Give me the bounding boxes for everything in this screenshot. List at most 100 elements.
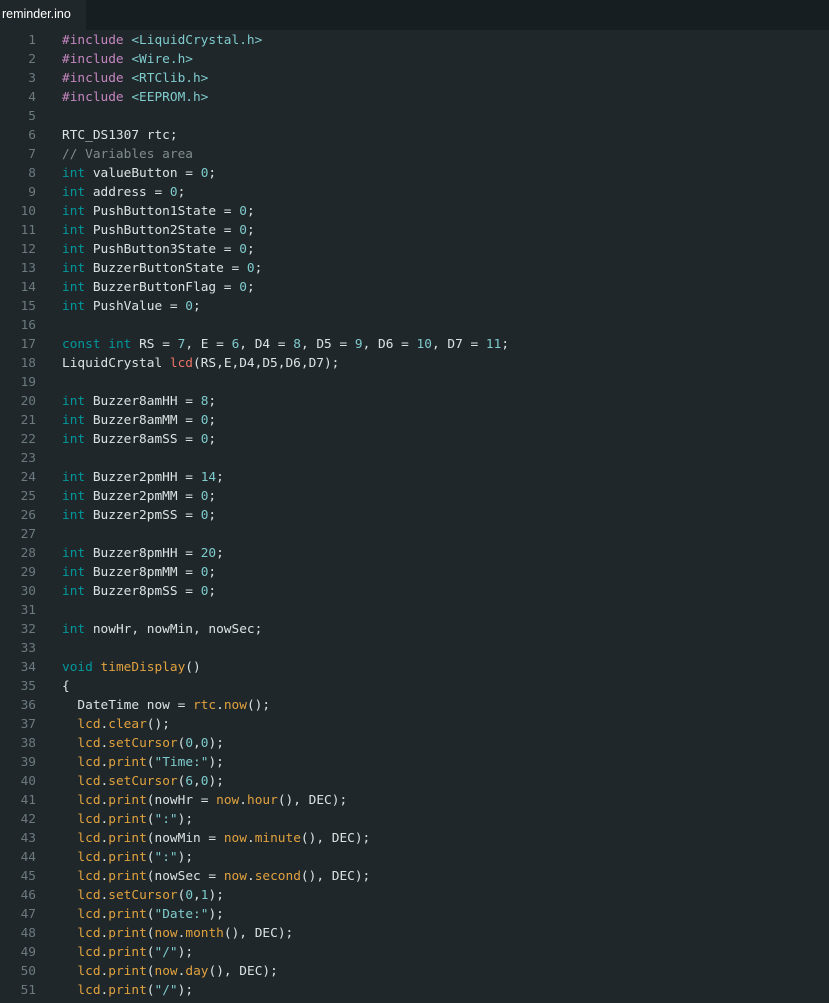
code-line[interactable]: 39 lcd.print("Time:"); xyxy=(0,753,829,772)
code-text: int PushButton1State = 0; xyxy=(62,202,255,221)
code-token: now xyxy=(223,698,247,713)
code-token: BuzzerButtonState = xyxy=(85,261,247,276)
line-number: 16 xyxy=(20,318,36,333)
code-token: 20 xyxy=(200,546,217,561)
code-token: ; xyxy=(177,185,186,200)
code-line[interactable]: 33 xyxy=(0,639,829,658)
code-line[interactable]: 10 int PushButton1State = 0; xyxy=(0,202,829,221)
code-line[interactable]: 42 lcd.print(":"); xyxy=(0,810,829,829)
code-token: Buzzer8pmHH = xyxy=(85,546,201,561)
code-line[interactable]: 15 int PushValue = 0; xyxy=(0,297,829,316)
code-token: (), DEC); xyxy=(300,869,371,884)
code-line[interactable]: 17 const int RS = 7, E = 6, D4 = 8, D5 = … xyxy=(0,335,829,354)
code-line[interactable]: 18 LiquidCrystal lcd(RS,E,D4,D5,D6,D7); xyxy=(0,354,829,373)
code-line[interactable]: 4 #include <EEPROM.h> xyxy=(0,88,829,107)
code-line[interactable]: 44 lcd.print(":"); xyxy=(0,848,829,867)
code-line[interactable]: 51 lcd.print("/"); xyxy=(0,981,829,1000)
code-line[interactable]: 48 lcd.print(now.month(), DEC); xyxy=(0,924,829,943)
line-number: 34 xyxy=(20,660,36,675)
code-line[interactable]: 47 lcd.print("Date:"); xyxy=(0,905,829,924)
code-line[interactable]: 9 int address = 0; xyxy=(0,183,829,202)
code-line[interactable]: 31 xyxy=(0,601,829,620)
code-line[interactable]: 30 int Buzzer8pmSS = 0; xyxy=(0,582,829,601)
code-token: , E = xyxy=(185,337,232,352)
code-token: ; xyxy=(246,223,255,238)
code-line[interactable]: 11 int PushButton2State = 0; xyxy=(0,221,829,240)
code-token: hour xyxy=(246,793,278,808)
code-line[interactable]: 28 int Buzzer8pmHH = 20; xyxy=(0,544,829,563)
code-token: ); xyxy=(177,812,194,827)
line-number: 8 xyxy=(28,166,36,181)
code-line[interactable]: 40 lcd.setCursor(6,0); xyxy=(0,772,829,791)
code-line[interactable]: 13 int BuzzerButtonState = 0; xyxy=(0,259,829,278)
tab-reminder-ino[interactable]: reminder.ino xyxy=(0,0,86,30)
code-token: 9 xyxy=(354,337,363,352)
code-line[interactable]: 16 xyxy=(0,316,829,335)
code-line[interactable]: 12 int PushButton3State = 0; xyxy=(0,240,829,259)
code-line[interactable]: 32 int nowHr, nowMin, nowSec; xyxy=(0,620,829,639)
code-line[interactable]: 35 { xyxy=(0,677,829,696)
code-token: ); xyxy=(177,945,194,960)
code-line[interactable]: 1 #include <LiquidCrystal.h> xyxy=(0,31,829,50)
code-line[interactable]: 25 int Buzzer2pmMM = 0; xyxy=(0,487,829,506)
line-number: 28 xyxy=(20,546,36,561)
code-line[interactable]: 27 xyxy=(0,525,829,544)
code-token: lcd xyxy=(77,755,101,770)
line-number: 17 xyxy=(20,337,36,352)
code-token: PushButton3State = xyxy=(85,242,240,257)
line-number: 39 xyxy=(20,755,36,770)
code-token: 0 xyxy=(185,888,194,903)
code-token: Buzzer2pmSS = xyxy=(85,508,201,523)
code-text: lcd.print("/"); xyxy=(62,943,193,962)
code-line[interactable]: 38 lcd.setCursor(0,0); xyxy=(0,734,829,753)
code-token: void xyxy=(62,660,93,675)
code-line[interactable]: 36 DateTime now = rtc.now(); xyxy=(0,696,829,715)
code-token: (), DEC); xyxy=(277,793,348,808)
code-token: 11 xyxy=(485,337,502,352)
code-editor[interactable]: 1 #include <LiquidCrystal.h> 2 #include <Wi… xyxy=(0,30,829,1003)
code-line[interactable]: 6 RTC_DS1307 rtc; xyxy=(0,126,829,145)
line-number: 32 xyxy=(20,622,36,637)
code-token: , D6 = xyxy=(362,337,417,352)
code-line[interactable]: 22 int Buzzer8amSS = 0; xyxy=(0,430,829,449)
code-line[interactable]: 26 int Buzzer2pmSS = 0; xyxy=(0,506,829,525)
code-line[interactable]: 37 lcd.clear(); xyxy=(0,715,829,734)
code-token: int xyxy=(62,565,86,580)
code-token: int xyxy=(62,299,86,314)
code-line[interactable]: 29 int Buzzer8pmMM = 0; xyxy=(0,563,829,582)
code-token: now xyxy=(216,793,240,808)
code-line[interactable]: 45 lcd.print(nowSec = now.second(), DEC)… xyxy=(0,867,829,886)
code-token: ( xyxy=(146,983,155,998)
code-text: lcd.setCursor(0,0); xyxy=(62,734,223,753)
code-token: <Wire.h> xyxy=(131,52,193,67)
code-line[interactable]: 7 // Variables area xyxy=(0,145,829,164)
code-line[interactable]: 21 int Buzzer8amMM = 0; xyxy=(0,411,829,430)
code-line[interactable]: 8 int valueButton = 0; xyxy=(0,164,829,183)
code-text: int PushValue = 0; xyxy=(62,297,201,316)
code-line[interactable]: 14 int BuzzerButtonFlag = 0; xyxy=(0,278,829,297)
code-token: int xyxy=(62,432,86,447)
code-line[interactable]: 50 lcd.print(now.day(), DEC); xyxy=(0,962,829,981)
code-line[interactable]: 3 #include <RTClib.h> xyxy=(0,69,829,88)
code-token: int xyxy=(62,413,86,428)
code-line[interactable]: 5 xyxy=(0,107,829,126)
code-token: ( xyxy=(146,945,155,960)
code-token: . xyxy=(239,793,247,808)
code-line[interactable]: 49 lcd.print("/"); xyxy=(0,943,829,962)
code-token: int xyxy=(62,394,86,409)
code-token: day xyxy=(185,964,209,979)
code-line[interactable]: 46 lcd.setCursor(0,1); xyxy=(0,886,829,905)
code-line[interactable]: 34 void timeDisplay() xyxy=(0,658,829,677)
code-line[interactable]: 43 lcd.print(nowMin = now.minute(), DEC)… xyxy=(0,829,829,848)
line-number: 3 xyxy=(28,71,36,86)
code-line[interactable]: 2 #include <Wire.h> xyxy=(0,50,829,69)
code-line[interactable]: 41 lcd.print(nowHr = now.hour(), DEC); xyxy=(0,791,829,810)
code-line[interactable]: 19 xyxy=(0,373,829,392)
code-line[interactable]: 23 xyxy=(0,449,829,468)
code-token: (), DEC); xyxy=(223,926,294,941)
code-line[interactable]: 20 int Buzzer8amHH = 8; xyxy=(0,392,829,411)
code-line[interactable]: 24 int Buzzer2pmHH = 14; xyxy=(0,468,829,487)
line-number: 26 xyxy=(20,508,36,523)
